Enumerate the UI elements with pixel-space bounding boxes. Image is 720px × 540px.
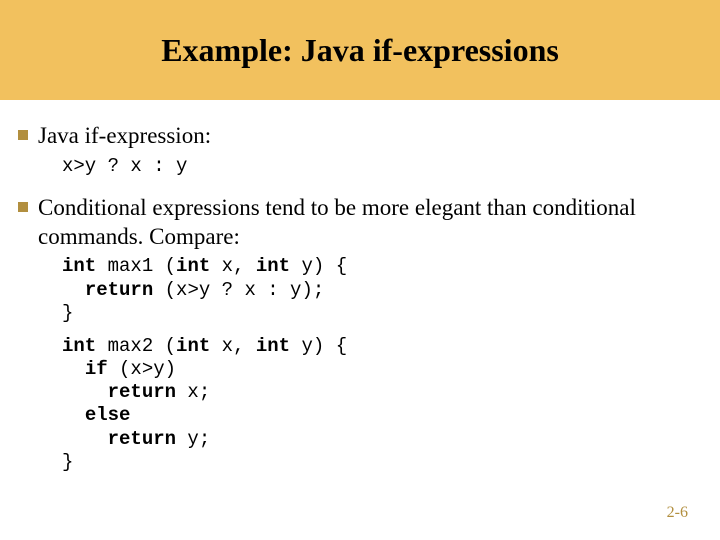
code-text: max2 ( xyxy=(96,335,176,357)
code-text: } xyxy=(62,451,73,473)
code-line: x>y ? x : y xyxy=(62,155,187,177)
keyword-int: int xyxy=(62,335,96,357)
code-text: y) { xyxy=(290,335,347,357)
code-text: x, xyxy=(210,335,256,357)
code-text: } xyxy=(62,302,73,324)
slide: Example: Java if-expressions Java if-exp… xyxy=(0,0,720,540)
slide-title: Example: Java if-expressions xyxy=(161,32,559,69)
bullet-text: Java if-expression: xyxy=(38,122,211,151)
slide-body: Java if-expression: x>y ? x : y Conditio… xyxy=(0,122,720,490)
code-text: (x>y ? x : y); xyxy=(153,279,324,301)
keyword-return: return xyxy=(85,279,153,301)
code-text: y; xyxy=(176,428,210,450)
bullet-square-icon xyxy=(18,130,28,140)
code-block-max2: int max2 (int x, int y) { if (x>y) retur… xyxy=(0,335,720,474)
keyword-int: int xyxy=(176,255,210,277)
code-text: x, xyxy=(210,255,256,277)
code-block-ternary: x>y ? x : y xyxy=(0,155,720,178)
bullet-item: Conditional expressions tend to be more … xyxy=(0,194,720,252)
bullet-square-icon xyxy=(18,202,28,212)
code-text: (x>y) xyxy=(108,358,176,380)
keyword-return: return xyxy=(108,381,176,403)
bullet-text: Conditional expressions tend to be more … xyxy=(38,194,696,252)
keyword-int: int xyxy=(256,255,290,277)
keyword-int: int xyxy=(176,335,210,357)
keyword-return: return xyxy=(108,428,176,450)
keyword-int: int xyxy=(256,335,290,357)
keyword-if: if xyxy=(85,358,108,380)
page-number: 2-6 xyxy=(667,504,688,522)
keyword-int: int xyxy=(62,255,96,277)
code-text: y) { xyxy=(290,255,347,277)
code-block-max1: int max1 (int x, int y) { return (x>y ? … xyxy=(0,255,720,325)
title-band: Example: Java if-expressions xyxy=(0,0,720,100)
code-text: x; xyxy=(176,381,210,403)
code-text: max1 ( xyxy=(96,255,176,277)
bullet-item: Java if-expression: xyxy=(0,122,720,151)
keyword-else: else xyxy=(85,404,131,426)
